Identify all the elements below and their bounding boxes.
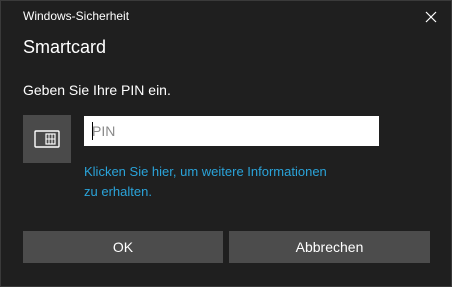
dialog-heading: Smartcard [23,37,107,57]
security-dialog: Windows-Sicherheit Smartcard Geben Sie I… [0,0,452,287]
pin-prompt: Geben Sie Ihre PIN ein. [23,82,171,98]
title-bar: Windows-Sicherheit [1,1,451,31]
window-title: Windows-Sicherheit [23,9,130,23]
smartcard-tile [23,115,71,163]
close-button[interactable] [421,7,441,27]
close-icon [425,11,437,23]
cancel-button[interactable]: Abbrechen [229,231,430,263]
smartcard-icon [34,130,60,148]
more-info-link-line2: zu erhalten. [84,184,152,199]
pin-input[interactable] [84,116,379,146]
more-info-link[interactable]: Klicken Sie hier, um weitere Information… [84,162,384,202]
ok-button[interactable]: OK [23,231,223,263]
more-info-link-line1: Klicken Sie hier, um weitere Information… [84,164,327,179]
